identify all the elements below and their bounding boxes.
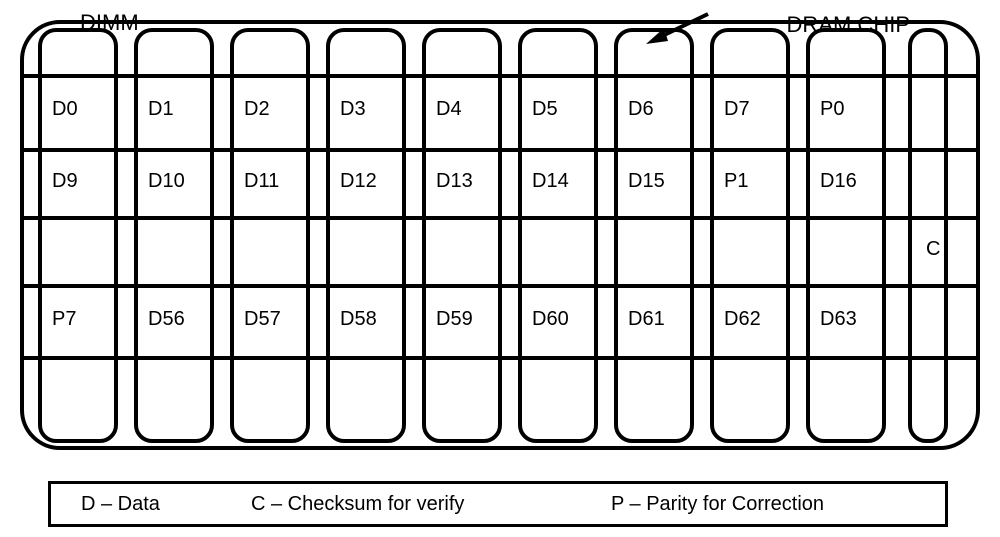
cell-checksum: C — [918, 238, 958, 261]
dram-chip-checksum — [908, 28, 948, 443]
dram-chip — [806, 28, 886, 443]
cell: P7 — [46, 308, 122, 331]
dram-chip — [326, 28, 406, 443]
cell: D13 — [430, 170, 506, 193]
dram-chips-row — [38, 28, 968, 443]
legend-p: P – Parity for Correction — [611, 493, 824, 516]
dram-chip — [38, 28, 118, 443]
cell: D4 — [430, 98, 506, 121]
dram-chip — [422, 28, 502, 443]
cell: D62 — [718, 308, 794, 331]
legend-d: D – Data — [81, 493, 251, 516]
legend-box: D – Data C – Checksum for verify P – Par… — [48, 481, 948, 527]
cell: D1 — [142, 98, 218, 121]
cell: P1 — [718, 170, 794, 193]
cell: D16 — [814, 170, 890, 193]
cell: D9 — [46, 170, 122, 193]
cell: D6 — [622, 98, 698, 121]
cell: D59 — [430, 308, 506, 331]
cell: D5 — [526, 98, 602, 121]
dram-chip — [518, 28, 598, 443]
cell: D63 — [814, 308, 890, 331]
cell: D58 — [334, 308, 410, 331]
dram-chip — [710, 28, 790, 443]
cell: D61 — [622, 308, 698, 331]
legend-c: C – Checksum for verify — [251, 493, 611, 516]
cell: D3 — [334, 98, 410, 121]
cell: D12 — [334, 170, 410, 193]
cell: D7 — [718, 98, 794, 121]
dram-chip — [614, 28, 694, 443]
cell: D2 — [238, 98, 314, 121]
cell: D10 — [142, 170, 218, 193]
dram-chip — [230, 28, 310, 443]
cell: D0 — [46, 98, 122, 121]
cell: P0 — [814, 98, 890, 121]
cell: D11 — [238, 170, 314, 193]
cell: D15 — [622, 170, 698, 193]
cell: D14 — [526, 170, 602, 193]
cell: D56 — [142, 308, 218, 331]
cell: D57 — [238, 308, 314, 331]
dram-chip — [134, 28, 214, 443]
cell: D60 — [526, 308, 602, 331]
